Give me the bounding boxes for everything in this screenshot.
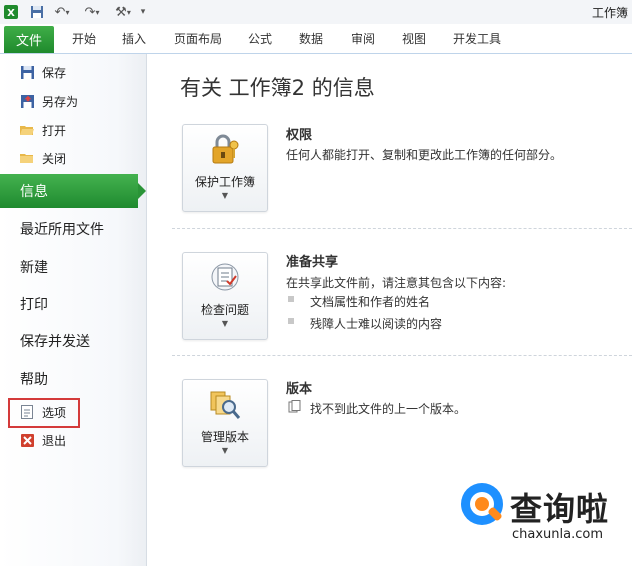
open-folder-icon	[20, 123, 34, 137]
protect-workbook-button[interactable]: 保护工作簿 ▼	[182, 124, 268, 212]
sidebar-item-label: 打开	[42, 123, 67, 138]
window-title: 工作簿	[591, 6, 628, 20]
tab-home[interactable]: 开始	[72, 30, 96, 47]
section-divider	[172, 228, 632, 229]
tab-data[interactable]: 数据	[299, 30, 323, 47]
button-label: 管理版本	[200, 430, 249, 444]
sidebar-item-new[interactable]: 新建	[20, 257, 48, 277]
tab-review[interactable]: 审阅	[351, 30, 375, 47]
sidebar-item-recent[interactable]: 最近所用文件	[20, 219, 104, 239]
section-title-permissions: 权限	[286, 128, 313, 143]
versions-magnifier-icon	[209, 388, 241, 420]
svg-text:X: X	[7, 8, 15, 19]
backstage-sidebar: 保存 另存为 打开 关闭 信息 最近所用文件 新建 打印 保存并发送 帮助 选项	[0, 54, 147, 566]
tab-developer[interactable]: 开发工具	[453, 30, 501, 47]
bullet-marker	[288, 318, 294, 324]
tab-insert[interactable]: 插入	[122, 30, 146, 47]
sidebar-item-label: 保存	[42, 65, 67, 80]
watermark-logo-icon	[458, 480, 508, 534]
sidebar-item-save[interactable]: 保存	[20, 62, 66, 82]
sidebar-item-info[interactable]: 信息	[0, 174, 146, 208]
sidebar-item-help[interactable]: 帮助	[20, 369, 48, 389]
title-bar: X ↶ ▾ ↷ ▾ ⚒ ▾ ▾ 工作簿	[0, 0, 632, 25]
sidebar-item-save-as[interactable]: 另存为	[20, 91, 78, 111]
undo-icon[interactable]: ↶ ▾	[50, 3, 74, 21]
sidebar-item-open[interactable]: 打开	[20, 120, 66, 140]
sidebar-item-label: 关闭	[42, 151, 67, 166]
customize-icon[interactable]: ▾	[138, 3, 148, 21]
watermark-url: chaxunla.com	[512, 527, 603, 542]
sidebar-item-label: 另存为	[42, 94, 79, 109]
options-icon	[20, 405, 34, 419]
chevron-down-icon: ▼	[221, 319, 229, 328]
sidebar-item-label: 选项	[42, 405, 67, 420]
close-folder-icon	[20, 151, 34, 165]
button-label: 保护工作簿	[194, 175, 255, 189]
section-description-permissions: 任何人都能打开、复制和更改此工作簿的任何部分。	[286, 148, 563, 162]
sidebar-item-print[interactable]: 打印	[20, 294, 48, 314]
section-title-versions: 版本	[286, 382, 313, 397]
save-icon[interactable]	[28, 3, 46, 21]
button-label: 检查问题	[200, 303, 249, 317]
sidebar-item-label: 信息	[20, 184, 48, 200]
tab-formulas[interactable]: 公式	[248, 30, 272, 47]
tools-icon[interactable]: ⚒ ▾	[112, 3, 134, 21]
document-versions-icon	[288, 400, 302, 417]
sidebar-item-label: 退出	[42, 433, 67, 448]
exit-icon	[20, 433, 34, 447]
sidebar-item-options[interactable]: 选项	[20, 402, 66, 422]
excel-logo-icon: X	[2, 3, 20, 21]
save-as-icon	[20, 94, 34, 108]
save-icon	[20, 65, 34, 79]
section-description-versions: 找不到此文件的上一个版本。	[310, 402, 467, 416]
tab-file[interactable]: 文件	[4, 26, 54, 53]
watermark-brand: 查询啦	[510, 490, 610, 528]
section-description-prepare-sharing: 在共享此文件前，请注意其包含以下内容:	[286, 276, 507, 290]
redo-icon[interactable]: ↷ ▾	[80, 3, 104, 21]
lock-key-icon	[209, 133, 241, 165]
tab-page-layout[interactable]: 页面布局	[174, 30, 222, 47]
list-item: 文档属性和作者的姓名	[310, 295, 431, 309]
check-issues-button[interactable]: 检查问题 ▼	[182, 252, 268, 340]
section-title-prepare-sharing: 准备共享	[286, 255, 339, 270]
sidebar-item-save-and-send[interactable]: 保存并发送	[20, 331, 90, 351]
section-divider	[172, 355, 632, 356]
chevron-down-icon: ▼	[221, 191, 229, 200]
manage-versions-button[interactable]: 管理版本 ▼	[182, 379, 268, 467]
chevron-down-icon: ▼	[221, 446, 229, 455]
ribbon-tabs: 文件 开始 插入 页面布局 公式 数据 审阅 视图 开发工具	[0, 24, 632, 54]
bullet-marker	[288, 296, 294, 302]
sidebar-item-exit[interactable]: 退出	[20, 430, 66, 450]
tab-view[interactable]: 视图	[402, 30, 426, 47]
sidebar-item-close[interactable]: 关闭	[20, 148, 66, 168]
inspect-checklist-icon	[209, 261, 241, 293]
page-title: 有关 工作簿2 的信息	[180, 76, 375, 100]
list-item: 残障人士难以阅读的内容	[310, 317, 443, 331]
